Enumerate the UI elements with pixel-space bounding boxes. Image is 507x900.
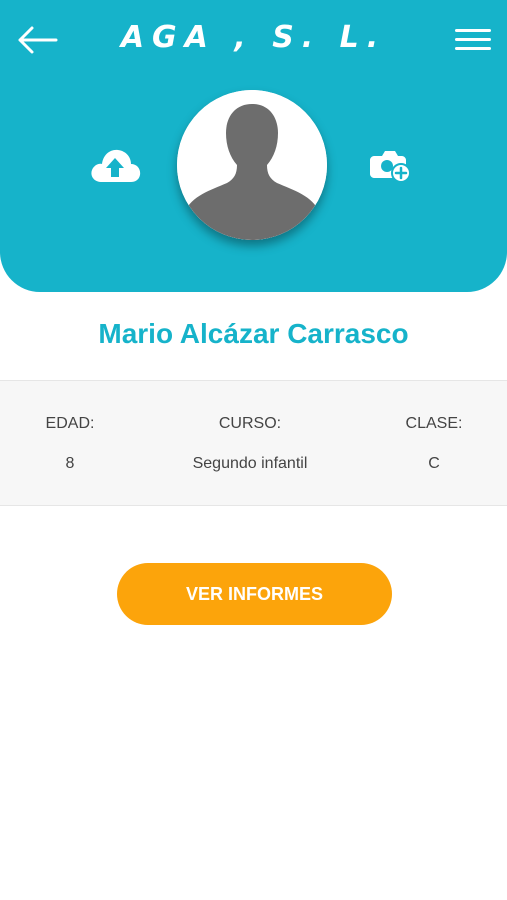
student-name: Mario Alcázar Carrasco <box>98 318 409 349</box>
age-value: 8 <box>65 455 75 472</box>
menu-button[interactable] <box>453 26 493 54</box>
class-label: CLASE: <box>405 415 463 432</box>
view-reports-button[interactable]: VER INFORMES <box>117 563 392 625</box>
age-column: EDAD: 8 <box>20 381 120 507</box>
course-value: Segundo infantil <box>192 455 308 472</box>
course-label: CURSO: <box>218 415 282 432</box>
user-silhouette-icon <box>177 90 327 240</box>
class-value: C <box>428 455 440 472</box>
class-column: CLASE: C <box>384 381 484 507</box>
take-photo-button[interactable] <box>370 146 414 186</box>
age-label: EDAD: <box>45 415 95 432</box>
course-column: CURSO: Segundo infantil <box>150 381 350 507</box>
profile-header: AGA , S. L. <box>0 0 507 292</box>
upload-photo-button[interactable] <box>88 144 142 186</box>
avatar[interactable] <box>177 90 327 240</box>
app-brand-title: AGA , S. L. <box>120 20 387 55</box>
camera-add-icon <box>370 151 411 183</box>
student-details-panel: EDAD: 8 CURSO: Segundo infantil CLASE: C <box>0 380 507 506</box>
cloud-upload-icon <box>91 149 141 182</box>
hamburger-menu-icon <box>455 29 491 50</box>
